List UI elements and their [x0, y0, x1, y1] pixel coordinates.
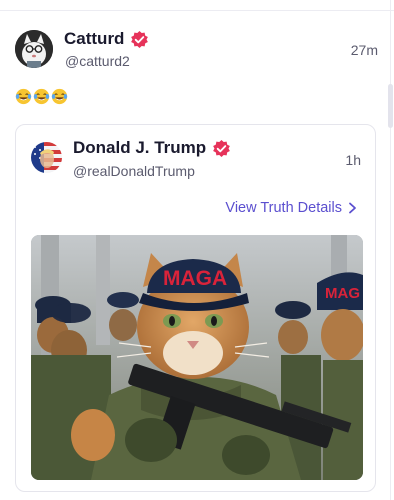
quoted-post-card[interactable]: Donald J. Trump @realDonaldTrump 1h View…: [15, 124, 376, 492]
view-truth-details-link[interactable]: View Truth Details: [225, 200, 357, 216]
chevron-right-icon: [349, 202, 356, 214]
quote-author-handle[interactable]: @realDonaldTrump: [73, 163, 195, 179]
face-with-tears-of-joy-icon: [15, 88, 32, 105]
face-with-tears-of-joy-icon: [33, 88, 50, 105]
top-divider: [0, 10, 394, 11]
soldier-cat-image: MAG MAGA: [31, 235, 363, 480]
author-avatar[interactable]: [15, 30, 53, 68]
author-handle[interactable]: @catturd2: [65, 53, 130, 69]
cap-text-right: MAG: [325, 285, 360, 302]
scrollbar-thumb[interactable]: [388, 84, 393, 128]
post-text: [15, 88, 68, 105]
quote-author-avatar[interactable]: [31, 142, 62, 173]
verified-badge-icon: [131, 30, 149, 48]
post-timestamp[interactable]: 27m: [351, 42, 378, 58]
verified-badge-icon: [213, 139, 231, 157]
author-name-row: Catturd: [64, 29, 149, 49]
cap-text: MAGA: [163, 267, 227, 290]
face-with-tears-of-joy-icon: [51, 88, 68, 105]
flag-portrait-avatar-icon: [31, 142, 62, 173]
post-image[interactable]: MAG MAGA: [31, 235, 363, 480]
view-truth-details-label: View Truth Details: [225, 200, 342, 216]
quote-author-name[interactable]: Donald J. Trump: [73, 138, 206, 158]
author-name[interactable]: Catturd: [64, 29, 124, 49]
cat-avatar-icon: [15, 30, 53, 68]
quote-timestamp[interactable]: 1h: [345, 152, 361, 168]
quote-author-name-row: Donald J. Trump: [73, 138, 231, 158]
right-divider: [390, 0, 391, 500]
